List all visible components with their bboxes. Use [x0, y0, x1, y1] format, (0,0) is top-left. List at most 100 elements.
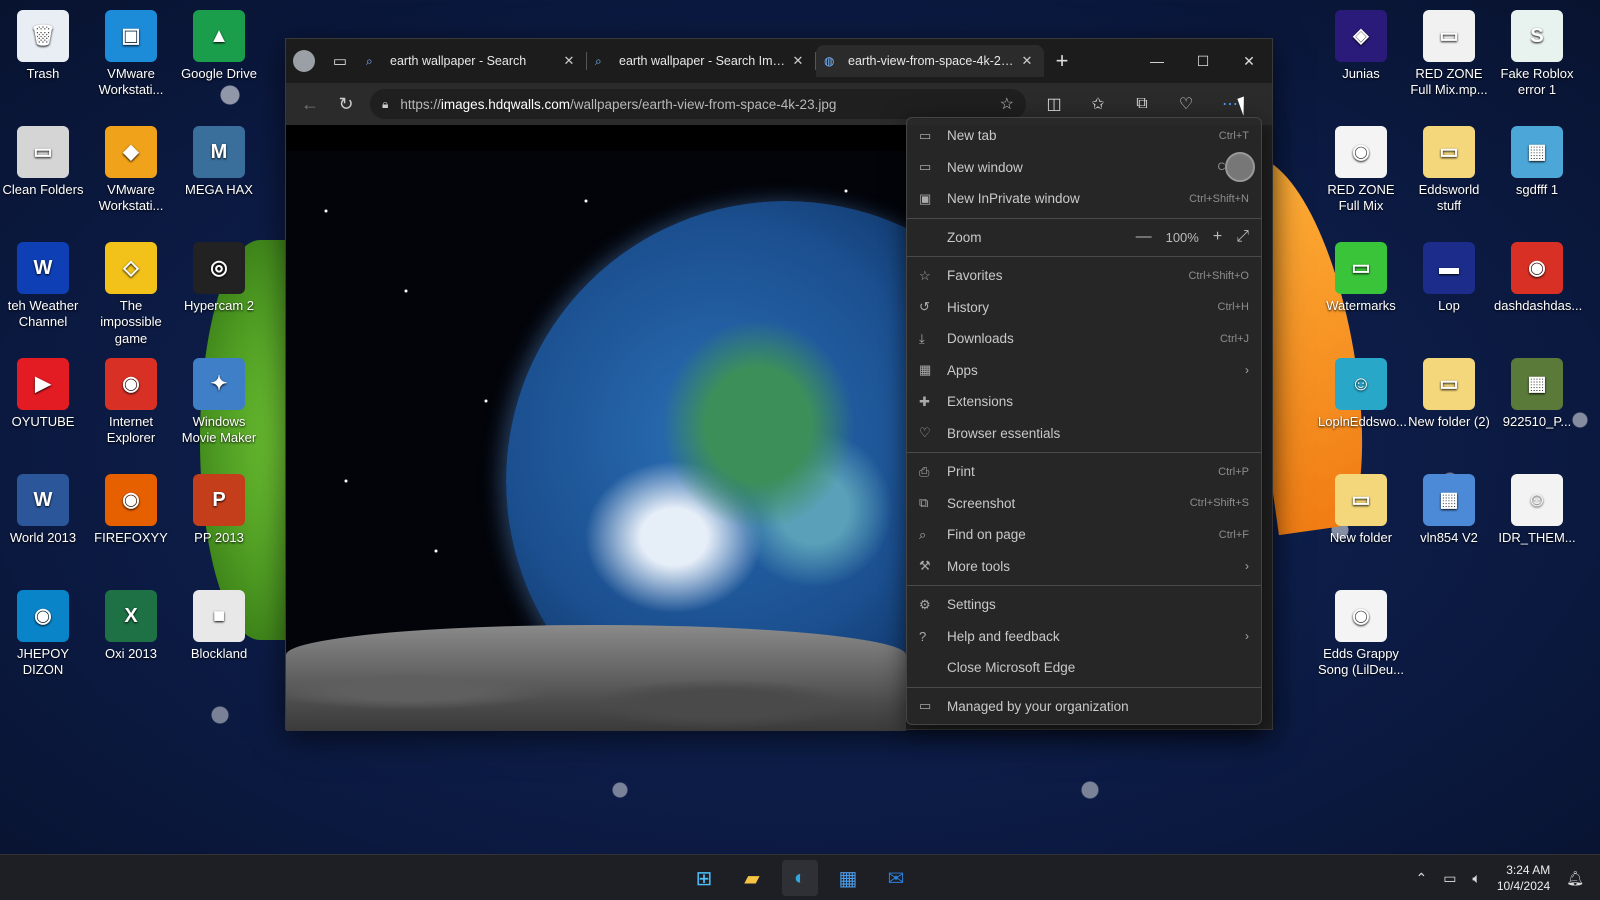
menu-item-downloads[interactable]: ⤓ Downloads Ctrl+J	[907, 323, 1261, 355]
profile-button[interactable]	[286, 45, 322, 77]
tab-actions-icon[interactable]: ▭	[322, 45, 358, 77]
menu-item-label: Downloads	[947, 331, 1014, 347]
desktop-icon-junias[interactable]: ◈ Junias	[1318, 10, 1404, 82]
desktop-icon-922510-p[interactable]: ▦ 922510_P...	[1494, 358, 1580, 430]
menu-item-shortcut: Ctrl+T	[1218, 129, 1249, 142]
fullscreen-icon[interactable]: ⤢	[1236, 228, 1249, 246]
desktop-icon-oyutube[interactable]: ▶ OYUTUBE	[0, 358, 86, 430]
desktop-icon-google-drive[interactable]: ▲ Google Drive	[176, 10, 262, 82]
tab-close-icon[interactable]: ✕	[1018, 53, 1036, 69]
outlook-icon[interactable]: ✉	[878, 860, 914, 896]
minimize-icon[interactable]: —	[1134, 45, 1180, 77]
new-tab-button[interactable]: +	[1044, 48, 1080, 74]
clock[interactable]: 3:24 AM 10/4/2024	[1497, 862, 1550, 894]
menu-item-label: New tab	[947, 128, 997, 144]
monitor-icon[interactable]: ▭	[1443, 870, 1456, 887]
desktop-icon-sgdfff-1[interactable]: ▦ sgdfff 1	[1494, 126, 1580, 198]
desktop-icon-windows-movie-maker[interactable]: ✦ Windows Movie Maker	[176, 358, 262, 447]
new-tab-icon: ▭	[919, 127, 932, 143]
refresh-icon[interactable]: ↻	[328, 88, 364, 120]
help-icon: ?	[919, 628, 927, 644]
desktop-icon-jhepoy-dizon[interactable]: ◉ JHEPOY DIZON	[0, 590, 86, 679]
menu-item-print[interactable]: ⎙ Print Ctrl+P	[907, 456, 1261, 488]
menu-item-managed-by-your-organization[interactable]: ▭ Managed by your organization	[907, 691, 1261, 723]
speaker-icon[interactable]: 🔈︎	[1472, 870, 1480, 887]
menu-item-browser-essentials[interactable]: ♡ Browser essentials	[907, 418, 1261, 450]
desktop-icon-vln854-v2[interactable]: ▦ vln854 V2	[1406, 474, 1492, 546]
close-icon[interactable]: ✕	[1226, 45, 1272, 77]
desktop-icon-clean-folders[interactable]: ▭ Clean Folders	[0, 126, 86, 198]
desktop-icon-internet-explorer[interactable]: ◉ Internet Explorer	[88, 358, 174, 447]
menu-separator	[907, 452, 1261, 453]
menu-item-zoom[interactable]: Zoom — 100% + ⤢	[907, 222, 1261, 254]
menu-item-label: New InPrivate window	[947, 191, 1080, 207]
favorites-icon[interactable]: ✩	[1076, 88, 1120, 120]
desktop-icon-mega-hax[interactable]: M MEGA HAX	[176, 126, 262, 198]
menu-item-settings[interactable]: ⚙ Settings	[907, 589, 1261, 621]
desktop-icon-vmware-workstati[interactable]: ▣ VMware Workstati...	[88, 10, 174, 99]
tab-close-icon[interactable]: ✕	[789, 53, 807, 69]
address-bar[interactable]: 🔒︎ https://images.hdqwalls.com/wallpaper…	[370, 89, 1026, 119]
desktop-icon-label: Lop	[1438, 298, 1460, 313]
menu-item-shortcut: Ctrl+Shift+S	[1189, 497, 1249, 510]
desktop-icon-the-impossible-game[interactable]: ◇ The impossible game	[88, 242, 174, 347]
desktop-icon-eddsworld-stuff[interactable]: ▭ Eddsworld stuff	[1406, 126, 1492, 215]
desktop-icon-blockland[interactable]: ■ Blockland	[176, 590, 262, 662]
desktop-icon-pp-2013[interactable]: P PP 2013	[176, 474, 262, 546]
back-icon[interactable]: ←	[292, 88, 328, 120]
zoom-out-icon[interactable]: —	[1136, 228, 1152, 246]
start-button-icon[interactable]: ⊞	[686, 860, 722, 896]
edge-icon[interactable]: ◐	[782, 860, 818, 896]
menu-item-new-tab[interactable]: ▭ New tab Ctrl+T	[907, 120, 1261, 152]
browser-tab[interactable]: ⌕ earth wallpaper - Search ✕	[358, 45, 586, 77]
file-explorer-icon[interactable]: ▰	[734, 860, 770, 896]
tab-close-icon[interactable]: ✕	[560, 53, 578, 69]
menu-item-apps[interactable]: ▦ Apps ›	[907, 355, 1261, 387]
browser-essentials-icon[interactable]: ♡	[1164, 88, 1208, 120]
desktop-icon-edds-grappy-song-lildeu[interactable]: ◉ Edds Grappy Song (LilDeu...	[1318, 590, 1404, 679]
desktop-icon-firefoxyy[interactable]: ◉ FIREFOXYY	[88, 474, 174, 546]
browser-tab[interactable]: ◍ earth-view-from-space-4k-23.jpg ✕	[816, 45, 1044, 77]
split-screen-icon[interactable]: ◫	[1032, 88, 1076, 120]
desktop-icon-label: Windows Movie Maker	[181, 414, 257, 446]
desktop-icon-oxi-2013[interactable]: X Oxi 2013	[88, 590, 174, 662]
microsoft-store-icon[interactable]: ▦	[830, 860, 866, 896]
chevron-up-icon[interactable]: ⌃	[1415, 870, 1427, 887]
browser-tab[interactable]: ⌕ earth wallpaper - Search Images ✕	[587, 45, 815, 77]
favorite-star-icon[interactable]: ☆	[1000, 94, 1014, 114]
menu-item-find-on-page[interactable]: ⌕ Find on page Ctrl+F	[907, 519, 1261, 551]
menu-item-favorites[interactable]: ☆ Favorites Ctrl+Shift+O	[907, 260, 1261, 292]
menu-item-screenshot[interactable]: ⧉ Screenshot Ctrl+Shift+S	[907, 488, 1261, 520]
oyutube-icon: ▶	[17, 358, 69, 410]
desktop-icon-fake-roblox-error-1[interactable]: S Fake Roblox error 1	[1494, 10, 1580, 99]
desktop-icon-label: Oxi 2013	[104, 646, 158, 661]
menu-item-label: Apps	[947, 362, 978, 378]
menu-item-new-window[interactable]: ▭New windowCtrl+N	[907, 152, 1261, 184]
menu-item-help-and-feedback[interactable]: ? Help and feedback ›	[907, 621, 1261, 653]
desktop-icon-red-zone-full-mix-mp[interactable]: ▭ RED ZONE Full Mix.mp...	[1406, 10, 1492, 99]
desktop-icon-watermarks[interactable]: ▭ Watermarks	[1318, 242, 1404, 314]
desktop-icon-trash[interactable]: 🗑 Trash	[0, 10, 86, 82]
zoom-in-icon[interactable]: +	[1213, 228, 1222, 246]
desktop-icon-world-2013[interactable]: W World 2013	[0, 474, 86, 546]
menu-item-history[interactable]: ↺ History Ctrl+H	[907, 292, 1261, 324]
menu-item-new-inprivate-window[interactable]: ▣ New InPrivate window Ctrl+Shift+N	[907, 183, 1261, 215]
desktop-icon-new-folder[interactable]: ▭ New folder	[1318, 474, 1404, 546]
menu-item-close-microsoft-edge[interactable]: Close Microsoft Edge	[907, 652, 1261, 684]
desktop-icon-teh-weather-channel[interactable]: Wteh Weather Channel	[0, 242, 86, 331]
desktop-icon-dashdashdas[interactable]: ◉ dashdashdas...	[1494, 242, 1582, 314]
collections-icon[interactable]: ⧉	[1120, 88, 1164, 120]
desktop-icon-hypercam-2[interactable]: ◎ Hypercam 2	[176, 242, 262, 314]
taskbar-apps: ⊞ ▰ ◐ ▦ ✉	[0, 855, 1600, 900]
notification-bell-icon[interactable]: 🔔︎	[1566, 870, 1584, 887]
chevron-right-icon: ›	[1245, 559, 1249, 574]
desktop-icon-new-folder-2[interactable]: ▭ New folder (2)	[1406, 358, 1492, 430]
desktop-icon-idr-them[interactable]: ☺ IDR_THEM...	[1494, 474, 1580, 546]
menu-item-more-tools[interactable]: ⚒ More tools ›	[907, 551, 1261, 583]
desktop-icon-red-zone-full-mix[interactable]: ◉ RED ZONE Full Mix	[1318, 126, 1404, 215]
desktop-icon-vmware-workstati[interactable]: ◆ VMware Workstati...	[88, 126, 174, 215]
menu-item-extensions[interactable]: ✚ Extensions	[907, 386, 1261, 418]
desktop-icon-loplneddswo[interactable]: ☺ LoplnEddswo...	[1318, 358, 1407, 430]
desktop-icon-lop[interactable]: ▬ Lop	[1406, 242, 1492, 314]
maximize-icon[interactable]: ☐	[1180, 45, 1226, 77]
